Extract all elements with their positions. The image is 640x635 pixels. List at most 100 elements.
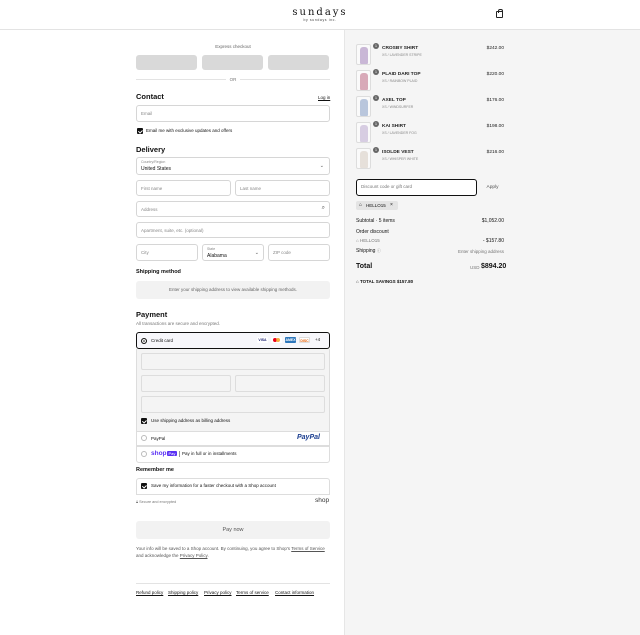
visa-icon: VISA — [257, 337, 268, 343]
footer-privacy-link[interactable]: Privacy policy — [204, 590, 232, 595]
footer-contact-link[interactable]: Contact information — [275, 590, 314, 595]
item-thumbnail — [356, 70, 371, 91]
shoppay-description: Pay in full or in installments — [182, 451, 237, 456]
product-image — [360, 125, 368, 142]
divider — [179, 451, 180, 457]
zip-field[interactable]: ZIP code — [268, 244, 330, 261]
credit-card-radio[interactable] — [141, 338, 147, 344]
or-divider-label: OR — [229, 77, 237, 82]
brand-logo[interactable]: sundays — [0, 7, 640, 18]
item-thumbnail — [356, 96, 371, 117]
billing-same-checkbox[interactable] — [141, 418, 147, 424]
secure-text: Secure and encrypted — [139, 500, 177, 504]
help-icon[interactable]: ⓘ — [377, 248, 381, 253]
card-expiry-field[interactable] — [141, 375, 231, 392]
item-name: CROSBY SHIRT — [382, 46, 419, 51]
item-qty-badge: 1 — [373, 147, 379, 153]
item-price: $176.00 — [486, 98, 504, 103]
item-price: $198.00 — [486, 124, 504, 129]
item-variant: XS / LAVENDER STRIPE — [382, 53, 422, 57]
login-link[interactable]: Log in — [318, 95, 330, 100]
card-name-field[interactable] — [141, 396, 325, 413]
item-variant: XS / WINDSURFER — [382, 105, 414, 109]
state-label: State — [207, 247, 216, 251]
amex-icon: AMEX — [285, 337, 296, 343]
close-icon[interactable]: × — [390, 201, 393, 210]
footer-terms-link[interactable]: Terms of service — [236, 590, 269, 595]
country-label: Country/Region — [141, 160, 166, 164]
delivery-heading: Delivery — [136, 145, 166, 154]
express-pay-button-2[interactable] — [202, 55, 263, 70]
address-placeholder: Address — [141, 206, 158, 212]
shoppay-pay-badge: Pay — [167, 451, 177, 456]
express-pay-button-1[interactable] — [136, 55, 197, 70]
shoppay-radio[interactable] — [141, 451, 147, 457]
state-select[interactable]: State Alabama ⌄ — [202, 244, 264, 261]
product-image — [360, 151, 368, 168]
item-price: $220.00 — [486, 72, 504, 77]
item-variant: XS / RAINBOW PLAID — [382, 79, 418, 83]
last-name-field[interactable]: Last name — [235, 180, 330, 196]
card-security-code-field[interactable] — [235, 375, 325, 392]
mastercard-icon — [271, 337, 282, 343]
total-savings-row: ⌂ TOTAL SAVINGS $157.80 — [356, 279, 413, 284]
item-thumbnail — [356, 44, 371, 65]
newsletter-checkbox[interactable] — [137, 128, 143, 134]
zip-placeholder: ZIP code — [273, 250, 291, 255]
newsletter-label: Email me with exclusive updates and offe… — [146, 128, 233, 133]
item-name: ISOLDE VEST — [382, 150, 414, 155]
apartment-field[interactable]: Apartment, suite, etc. (optional) — [136, 222, 330, 238]
address-field[interactable]: Address ⌕ — [136, 201, 330, 217]
first-name-placeholder: First name — [141, 185, 163, 191]
payment-subtitle: All transactions are secure and encrypte… — [136, 321, 221, 326]
email-field[interactable]: Email — [136, 105, 330, 122]
total-label: Total — [356, 263, 373, 270]
item-thumbnail — [356, 122, 371, 143]
discount-code-row: ⌂ HELLO15 — [356, 238, 380, 243]
product-image — [360, 73, 368, 90]
legal-text: Your info will be saved to a Shop accoun… — [136, 545, 332, 559]
item-price: $242.00 — [486, 46, 504, 51]
terms-link[interactable]: Terms of Service — [291, 546, 325, 551]
shoppay-logo: shop — [151, 450, 167, 457]
country-select[interactable]: Country/Region United States ⌄ — [136, 157, 330, 175]
shopping-bag-icon[interactable] — [496, 9, 503, 18]
discount-code-input[interactable]: Discount code or gift card — [356, 179, 477, 196]
last-name-placeholder: Last name — [240, 185, 262, 191]
applied-discount-chip: ⌂ HELLO15 × — [356, 201, 398, 210]
save-info-checkbox[interactable] — [141, 483, 147, 489]
chevron-down-icon: ⌄ — [254, 250, 259, 256]
apartment-placeholder: Apartment, suite, etc. (optional) — [141, 227, 204, 233]
subtotal-value: $1,052.00 — [481, 218, 504, 224]
order-discount-label: Order discount — [356, 229, 389, 235]
apply-discount-button[interactable]: Apply — [481, 179, 504, 196]
discount-code-label: HELLO15 — [359, 238, 380, 243]
footer-shipping-link[interactable]: Shipping policy — [168, 590, 198, 595]
total-savings-label: TOTAL SAVINGS — [359, 279, 396, 284]
item-name: PLAID DARI TOP — [382, 72, 421, 77]
shipping-label: Shipping — [356, 248, 376, 254]
legal-text-c: . — [207, 553, 209, 558]
city-field[interactable]: City — [136, 244, 198, 261]
product-image — [360, 47, 368, 64]
shipping-value: Enter shipping address — [457, 249, 504, 254]
first-name-field[interactable]: First name — [136, 180, 231, 196]
item-thumbnail — [356, 148, 371, 169]
express-pay-button-3[interactable] — [268, 55, 329, 70]
privacy-link[interactable]: Privacy Policy — [180, 553, 208, 558]
city-placeholder: City — [141, 250, 149, 255]
footer-refund-link[interactable]: Refund policy — [136, 590, 163, 595]
remember-heading: Remember me — [136, 467, 174, 473]
pay-now-button[interactable]: Pay now — [136, 521, 330, 539]
item-name: AXEL TOP — [382, 98, 406, 103]
payment-heading: Payment — [136, 310, 168, 319]
contact-heading: Contact — [136, 92, 164, 101]
shipping-method-heading: Shipping method — [136, 269, 181, 275]
item-variant: XS / LAVENDER FOG — [382, 131, 417, 135]
discover-icon: DISC — [299, 337, 310, 343]
paypal-radio[interactable] — [141, 435, 147, 441]
order-summary-panel — [344, 30, 640, 635]
item-name: KAI SHIRT — [382, 124, 406, 129]
card-number-field[interactable] — [141, 353, 325, 370]
country-value: United States — [141, 166, 172, 172]
